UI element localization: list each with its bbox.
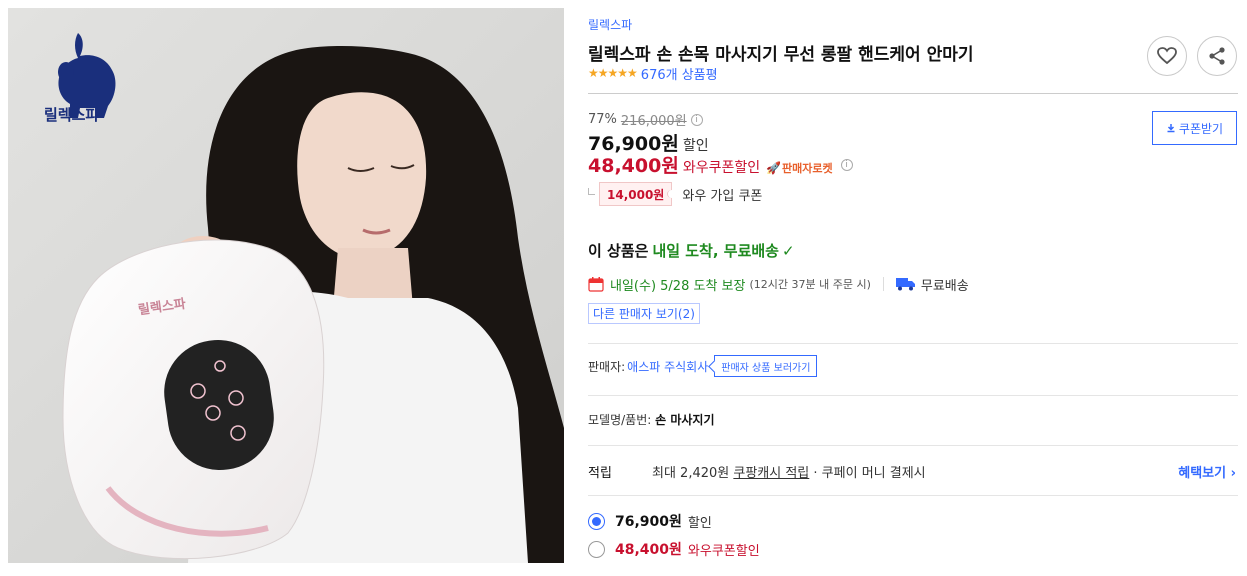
divider bbox=[588, 93, 1238, 94]
get-coupon-button[interactable]: 쿠폰받기 bbox=[1152, 111, 1237, 145]
calendar-icon bbox=[588, 277, 604, 292]
radio-button[interactable] bbox=[588, 540, 605, 558]
product-image[interactable]: 릴렉스파 릴렉스파 bbox=[8, 8, 564, 563]
delivery-head-prefix: 이 상품은 bbox=[588, 242, 649, 260]
share-icon bbox=[1209, 47, 1225, 65]
heart-icon bbox=[1157, 47, 1177, 65]
divider bbox=[588, 445, 1238, 446]
tree-corner-icon bbox=[588, 187, 595, 195]
rating-row[interactable]: ★★★★★ 676개 상품평 bbox=[588, 64, 718, 83]
discount-rate: 77% bbox=[588, 112, 617, 127]
discount-row: 77% 216,000원 i bbox=[588, 110, 703, 129]
delivery-head-highlight: 내일 도착, 무료배송 bbox=[652, 242, 779, 260]
rocket-icon: 🚀 bbox=[766, 161, 782, 175]
delivery-headline: 이 상품은 내일 도착, 무료배송 ✓ bbox=[588, 240, 795, 261]
truck-icon bbox=[895, 278, 915, 291]
check-icon: ✓ bbox=[781, 241, 795, 260]
get-coupon-label: 쿠폰받기 bbox=[1178, 121, 1224, 136]
seller-products-button[interactable]: 판매자 상품 보러가기 bbox=[714, 355, 818, 377]
seller-label: 판매자: bbox=[588, 359, 626, 374]
separator bbox=[882, 277, 884, 291]
reward-suffix: · 쿠페이 머니 결제시 bbox=[813, 465, 926, 481]
option-label: 와우쿠폰할인 bbox=[687, 543, 760, 559]
option-price: 48,400원 bbox=[615, 542, 682, 558]
star-rating: ★★★★★ bbox=[588, 66, 638, 80]
info-icon[interactable]: i bbox=[840, 158, 853, 171]
model-row: 모델명/품번: 손 마사지기 bbox=[588, 411, 715, 428]
arrival-detail: (12시간 37분 내 주문 시) bbox=[749, 278, 871, 291]
price-option-sale[interactable]: 76,900원 할인 bbox=[588, 511, 712, 531]
rocket-badge-label: 판매자로켓 bbox=[782, 162, 833, 175]
reward-prefix: 최대 2,420원 bbox=[652, 465, 730, 481]
price-option-wow[interactable]: 48,400원 와우쿠폰할인 bbox=[588, 539, 760, 559]
reward-label: 적립 bbox=[588, 465, 612, 481]
share-button[interactable] bbox=[1197, 36, 1237, 76]
divider bbox=[588, 343, 1238, 344]
seller-row: 판매자: 애스파 주식회사 판매자 상품 보러가기 bbox=[588, 355, 818, 377]
product-title: 릴렉스파 손 손목 마사지기 무선 롱팔 핸드케어 안마기 bbox=[588, 45, 974, 65]
seller-name-link[interactable]: 애스파 주식회사 bbox=[627, 358, 708, 375]
other-sellers-button[interactable]: 다른 판매자 보기(2) bbox=[588, 303, 700, 324]
option-label: 할인 bbox=[687, 515, 712, 531]
option-price: 76,900원 bbox=[615, 514, 682, 530]
reward-row: 적립 최대 2,420원 쿠팡캐시 적립 · 쿠페이 머니 결제시 혜택보기 › bbox=[588, 461, 1238, 482]
download-icon bbox=[1167, 124, 1175, 133]
review-count-link[interactable]: 676개 상품평 bbox=[641, 64, 718, 83]
original-price: 216,000원 bbox=[620, 114, 687, 129]
delivery-info-row: 내일(수) 5/28 도착 보장 (12시간 37분 내 주문 시) 무료배송 bbox=[588, 274, 969, 294]
coupon-description: 와우 가입 쿠폰 bbox=[682, 188, 763, 204]
divider bbox=[588, 395, 1238, 396]
wow-coupon-row: 14,000원 와우 가입 쿠폰 bbox=[588, 182, 762, 206]
radio-button-selected[interactable] bbox=[588, 512, 605, 530]
wow-price: 48,400원 bbox=[588, 155, 679, 177]
brand-link[interactable]: 릴렉스파 bbox=[588, 16, 632, 33]
coupon-amount-badge: 14,000원 bbox=[599, 182, 677, 206]
reward-text: 최대 2,420원 쿠팡캐시 적립 · 쿠페이 머니 결제시 bbox=[652, 462, 926, 481]
divider bbox=[588, 495, 1238, 496]
wow-price-label: 와우쿠폰할인 bbox=[682, 160, 761, 176]
info-icon[interactable]: i bbox=[690, 113, 703, 126]
view-benefits-link[interactable]: 혜택보기 › bbox=[1178, 462, 1236, 481]
model-label: 모델명/품번: bbox=[588, 413, 652, 427]
seller-rocket-badge: 🚀 판매자로켓 bbox=[766, 160, 833, 176]
wishlist-button[interactable] bbox=[1147, 36, 1187, 76]
brand-logo-text: 릴렉스파 bbox=[44, 106, 99, 124]
product-info: 릴렉스파 릴렉스파 손 손목 마사지기 무선 롱팔 핸드케어 안마기 ★★★★★… bbox=[588, 0, 1238, 576]
wow-price-row: 48,400원 와우쿠폰할인 🚀 판매자로켓 i bbox=[588, 151, 853, 178]
free-shipping-label: 무료배송 bbox=[920, 278, 969, 294]
arrival-date: 내일(수) 5/28 도착 보장 bbox=[610, 278, 746, 294]
coupang-cash-link[interactable]: 쿠팡캐시 적립 bbox=[733, 466, 809, 481]
product-photo-illustration: 릴렉스파 릴렉스파 bbox=[8, 8, 564, 563]
model-value: 손 마사지기 bbox=[655, 413, 715, 427]
